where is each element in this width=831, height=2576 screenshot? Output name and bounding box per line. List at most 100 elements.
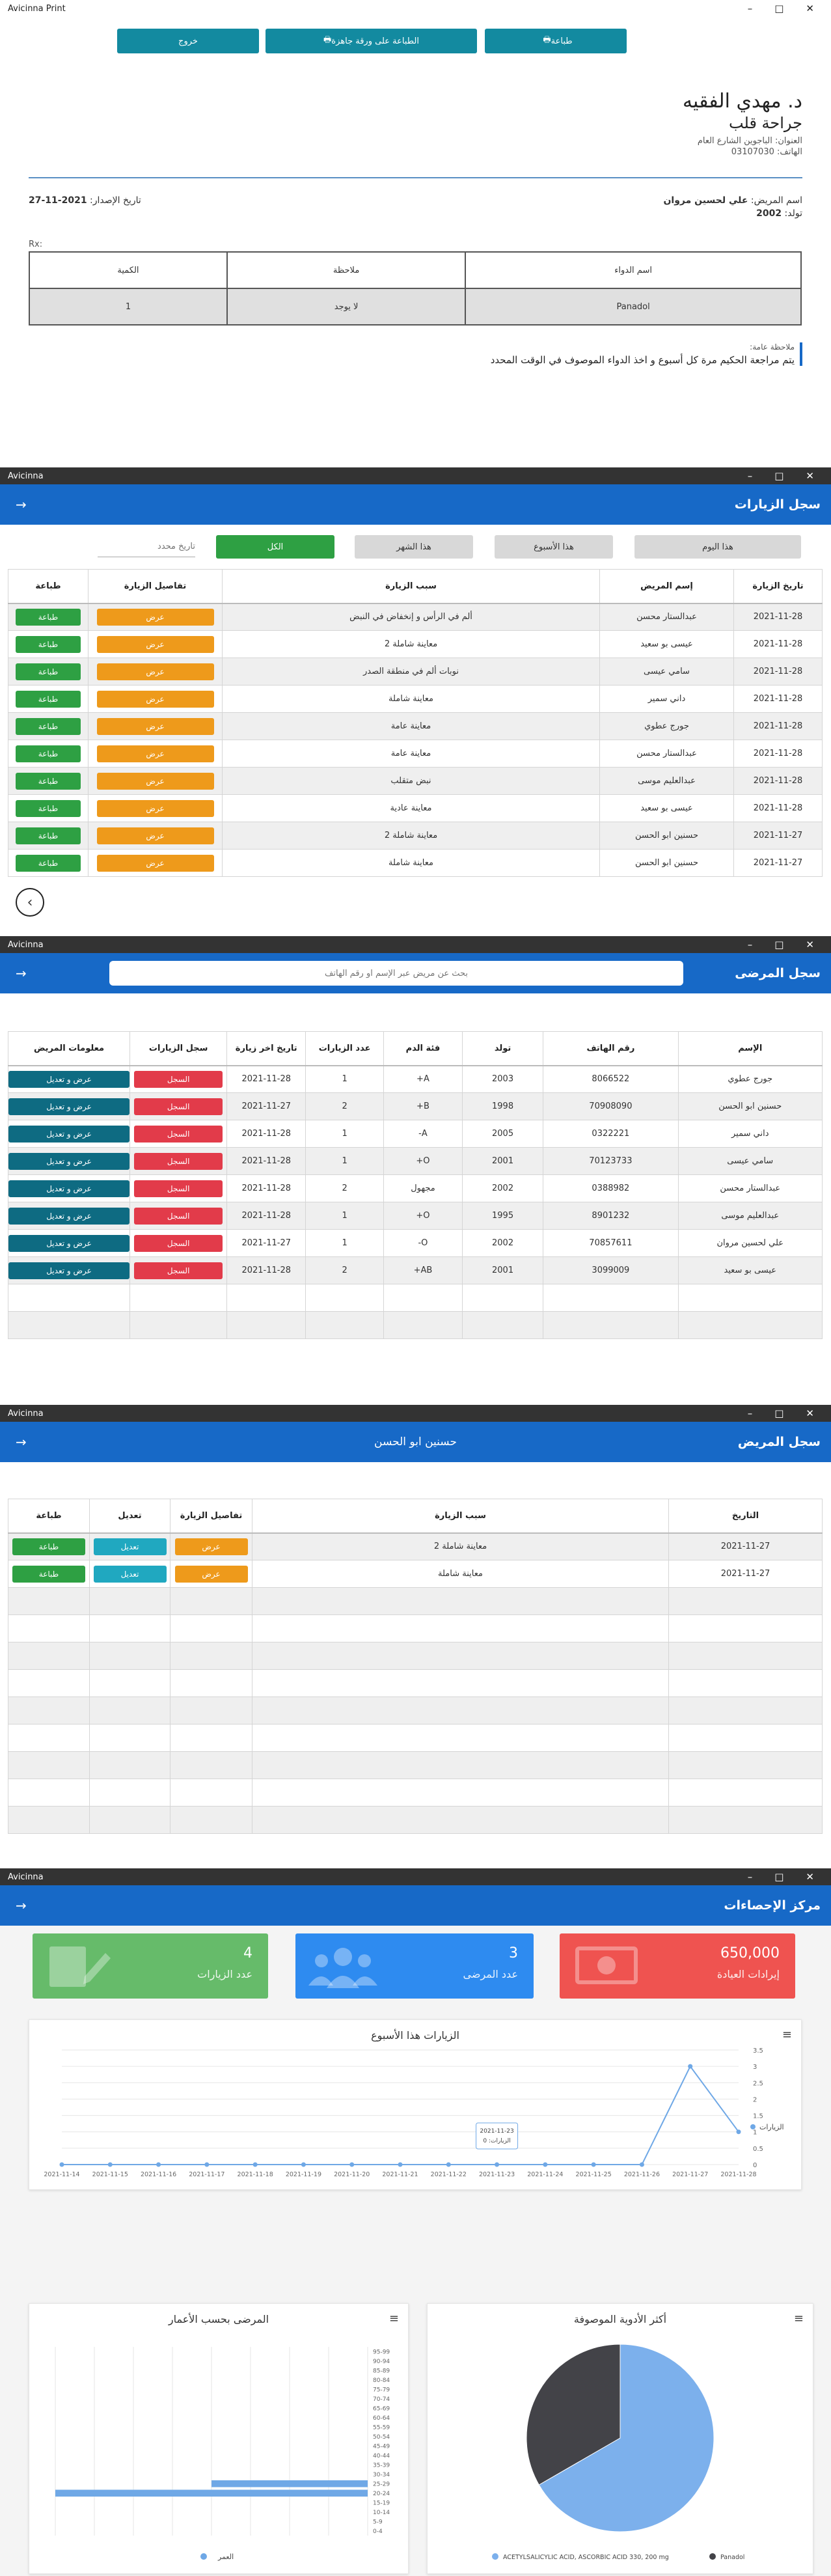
close-icon[interactable]: ✕ bbox=[806, 1871, 814, 1883]
exit-button[interactable]: خروج bbox=[117, 29, 259, 53]
view-button[interactable]: عرض bbox=[174, 1565, 248, 1583]
data-point[interactable] bbox=[688, 2064, 693, 2069]
date-filter-input[interactable] bbox=[98, 536, 195, 557]
edit-button[interactable]: تعديل bbox=[93, 1565, 167, 1583]
view-edit-button[interactable]: عرض و تعديل bbox=[8, 1098, 129, 1115]
patient-birth: 2003 bbox=[461, 1065, 544, 1093]
view-edit-button[interactable]: عرض و تعديل bbox=[8, 1125, 129, 1143]
print-button[interactable]: طباعة bbox=[16, 663, 81, 680]
print-button[interactable]: طباعة bbox=[16, 799, 81, 817]
view-button[interactable]: عرض bbox=[96, 717, 214, 735]
age-bar[interactable] bbox=[55, 2489, 368, 2497]
legend-label[interactable]: ACETYLSALICYLIC ACID, ASCORBIC ACID 330,… bbox=[503, 2554, 669, 2561]
print-button[interactable]: طباعة bbox=[16, 745, 81, 762]
print-button[interactable]: طباعة bbox=[16, 635, 81, 653]
age-bar[interactable] bbox=[211, 2480, 368, 2487]
maximize-icon[interactable]: □ bbox=[774, 939, 783, 950]
print-button[interactable]: 🖶 طباعة bbox=[485, 29, 627, 53]
view-button[interactable]: عرض bbox=[96, 772, 214, 790]
close-icon[interactable]: ✕ bbox=[806, 939, 814, 950]
view-button[interactable]: عرض bbox=[96, 690, 214, 708]
view-button[interactable]: عرض bbox=[96, 827, 214, 844]
back-arrow-icon[interactable]: → bbox=[16, 1898, 27, 1913]
record-button[interactable]: السجل bbox=[134, 1125, 223, 1143]
data-point[interactable] bbox=[204, 2162, 210, 2167]
view-button[interactable]: عرض bbox=[174, 1538, 248, 1555]
print-button[interactable]: طباعة bbox=[16, 608, 81, 626]
data-point[interactable] bbox=[591, 2162, 596, 2167]
data-point[interactable] bbox=[639, 2162, 644, 2167]
view-edit-button[interactable]: عرض و تعديل bbox=[8, 1070, 129, 1088]
data-point[interactable] bbox=[59, 2162, 64, 2167]
record-button[interactable]: السجل bbox=[134, 1152, 223, 1170]
print-button[interactable]: طباعة bbox=[12, 1565, 85, 1583]
back-arrow-icon[interactable]: → bbox=[16, 497, 27, 512]
back-circle-button[interactable]: ‹ bbox=[16, 888, 44, 917]
data-point[interactable] bbox=[398, 2162, 403, 2167]
record-button[interactable]: السجل bbox=[134, 1234, 223, 1252]
legend-label[interactable]: Panadol bbox=[720, 2554, 744, 2561]
data-point[interactable] bbox=[252, 2162, 258, 2167]
record-button[interactable]: السجل bbox=[134, 1180, 223, 1197]
minimize-icon[interactable]: – bbox=[748, 470, 753, 482]
data-point[interactable] bbox=[349, 2162, 355, 2167]
data-point[interactable] bbox=[156, 2162, 161, 2167]
data-point[interactable] bbox=[495, 2162, 500, 2167]
view-edit-button[interactable]: عرض و تعديل bbox=[8, 1262, 129, 1279]
x-tick-label: 2021-11-21 bbox=[382, 2171, 418, 2178]
menu-icon[interactable]: ≡ bbox=[389, 2312, 399, 2325]
patient-search-input[interactable] bbox=[109, 961, 683, 986]
minimize-icon[interactable]: – bbox=[748, 939, 753, 950]
data-point[interactable] bbox=[107, 2162, 113, 2167]
record-edit-cell: تعديل bbox=[89, 1532, 170, 1560]
view-edit-button[interactable]: عرض و تعديل bbox=[8, 1152, 129, 1170]
view-button[interactable]: عرض bbox=[96, 799, 214, 817]
view-button[interactable]: عرض bbox=[96, 663, 214, 680]
minimize-icon[interactable]: – bbox=[748, 1871, 753, 1883]
legend-label[interactable]: العمر bbox=[217, 2553, 234, 2561]
data-point[interactable] bbox=[446, 2162, 451, 2167]
view-button[interactable]: عرض bbox=[96, 608, 214, 626]
maximize-icon[interactable]: □ bbox=[774, 3, 783, 14]
print-button[interactable]: طباعة bbox=[16, 827, 81, 844]
minimize-icon[interactable]: – bbox=[748, 1407, 753, 1419]
filter-today[interactable]: هذا اليوم bbox=[634, 535, 801, 559]
menu-icon[interactable]: ≡ bbox=[782, 2028, 792, 2042]
close-icon[interactable]: ✕ bbox=[806, 470, 814, 482]
close-icon[interactable]: ✕ bbox=[806, 3, 814, 14]
data-point[interactable] bbox=[301, 2162, 306, 2167]
filter-month[interactable]: هذا الشهر bbox=[355, 535, 473, 559]
doctor-name: د. مهدي الفقيه bbox=[682, 90, 802, 113]
record-button[interactable]: السجل bbox=[134, 1070, 223, 1088]
view-edit-button[interactable]: عرض و تعديل bbox=[8, 1234, 129, 1252]
filter-all[interactable]: الكل bbox=[216, 535, 334, 559]
filter-week[interactable]: هذا الأسبوع bbox=[495, 535, 613, 559]
print-ready-button[interactable]: 🖶 الطباعة على ورقة جاهزة bbox=[266, 29, 477, 53]
minimize-icon[interactable]: – bbox=[748, 3, 753, 14]
print-button[interactable]: طباعة bbox=[16, 772, 81, 790]
view-button[interactable]: عرض bbox=[96, 854, 214, 872]
back-arrow-icon[interactable]: → bbox=[16, 965, 27, 981]
record-button[interactable]: السجل bbox=[134, 1262, 223, 1279]
view-button[interactable]: عرض bbox=[96, 635, 214, 653]
table-row: جورج عطوي 8066522 2003 A+ 1 2021-11-28 السجل عر… bbox=[8, 1065, 823, 1093]
view-edit-button[interactable]: عرض و تعديل bbox=[8, 1207, 129, 1225]
close-icon[interactable]: ✕ bbox=[806, 1407, 814, 1419]
maximize-icon[interactable]: □ bbox=[774, 1407, 783, 1419]
view-button[interactable]: عرض bbox=[96, 745, 214, 762]
empty-cell bbox=[668, 1697, 823, 1724]
maximize-icon[interactable]: □ bbox=[774, 470, 783, 482]
print-button[interactable]: طباعة bbox=[12, 1538, 85, 1555]
print-button[interactable]: طباعة bbox=[16, 854, 81, 872]
data-point[interactable] bbox=[543, 2162, 548, 2167]
print-button[interactable]: طباعة bbox=[16, 690, 81, 708]
menu-icon[interactable]: ≡ bbox=[794, 2312, 804, 2325]
legend-label[interactable]: الزيارات bbox=[759, 2123, 784, 2131]
record-button[interactable]: السجل bbox=[134, 1098, 223, 1115]
edit-button[interactable]: تعديل bbox=[93, 1538, 167, 1555]
print-button[interactable]: طباعة bbox=[16, 717, 81, 735]
data-point[interactable] bbox=[736, 2129, 741, 2135]
view-edit-button[interactable]: عرض و تعديل bbox=[8, 1180, 129, 1197]
record-button[interactable]: السجل bbox=[134, 1207, 223, 1225]
maximize-icon[interactable]: □ bbox=[774, 1871, 783, 1883]
